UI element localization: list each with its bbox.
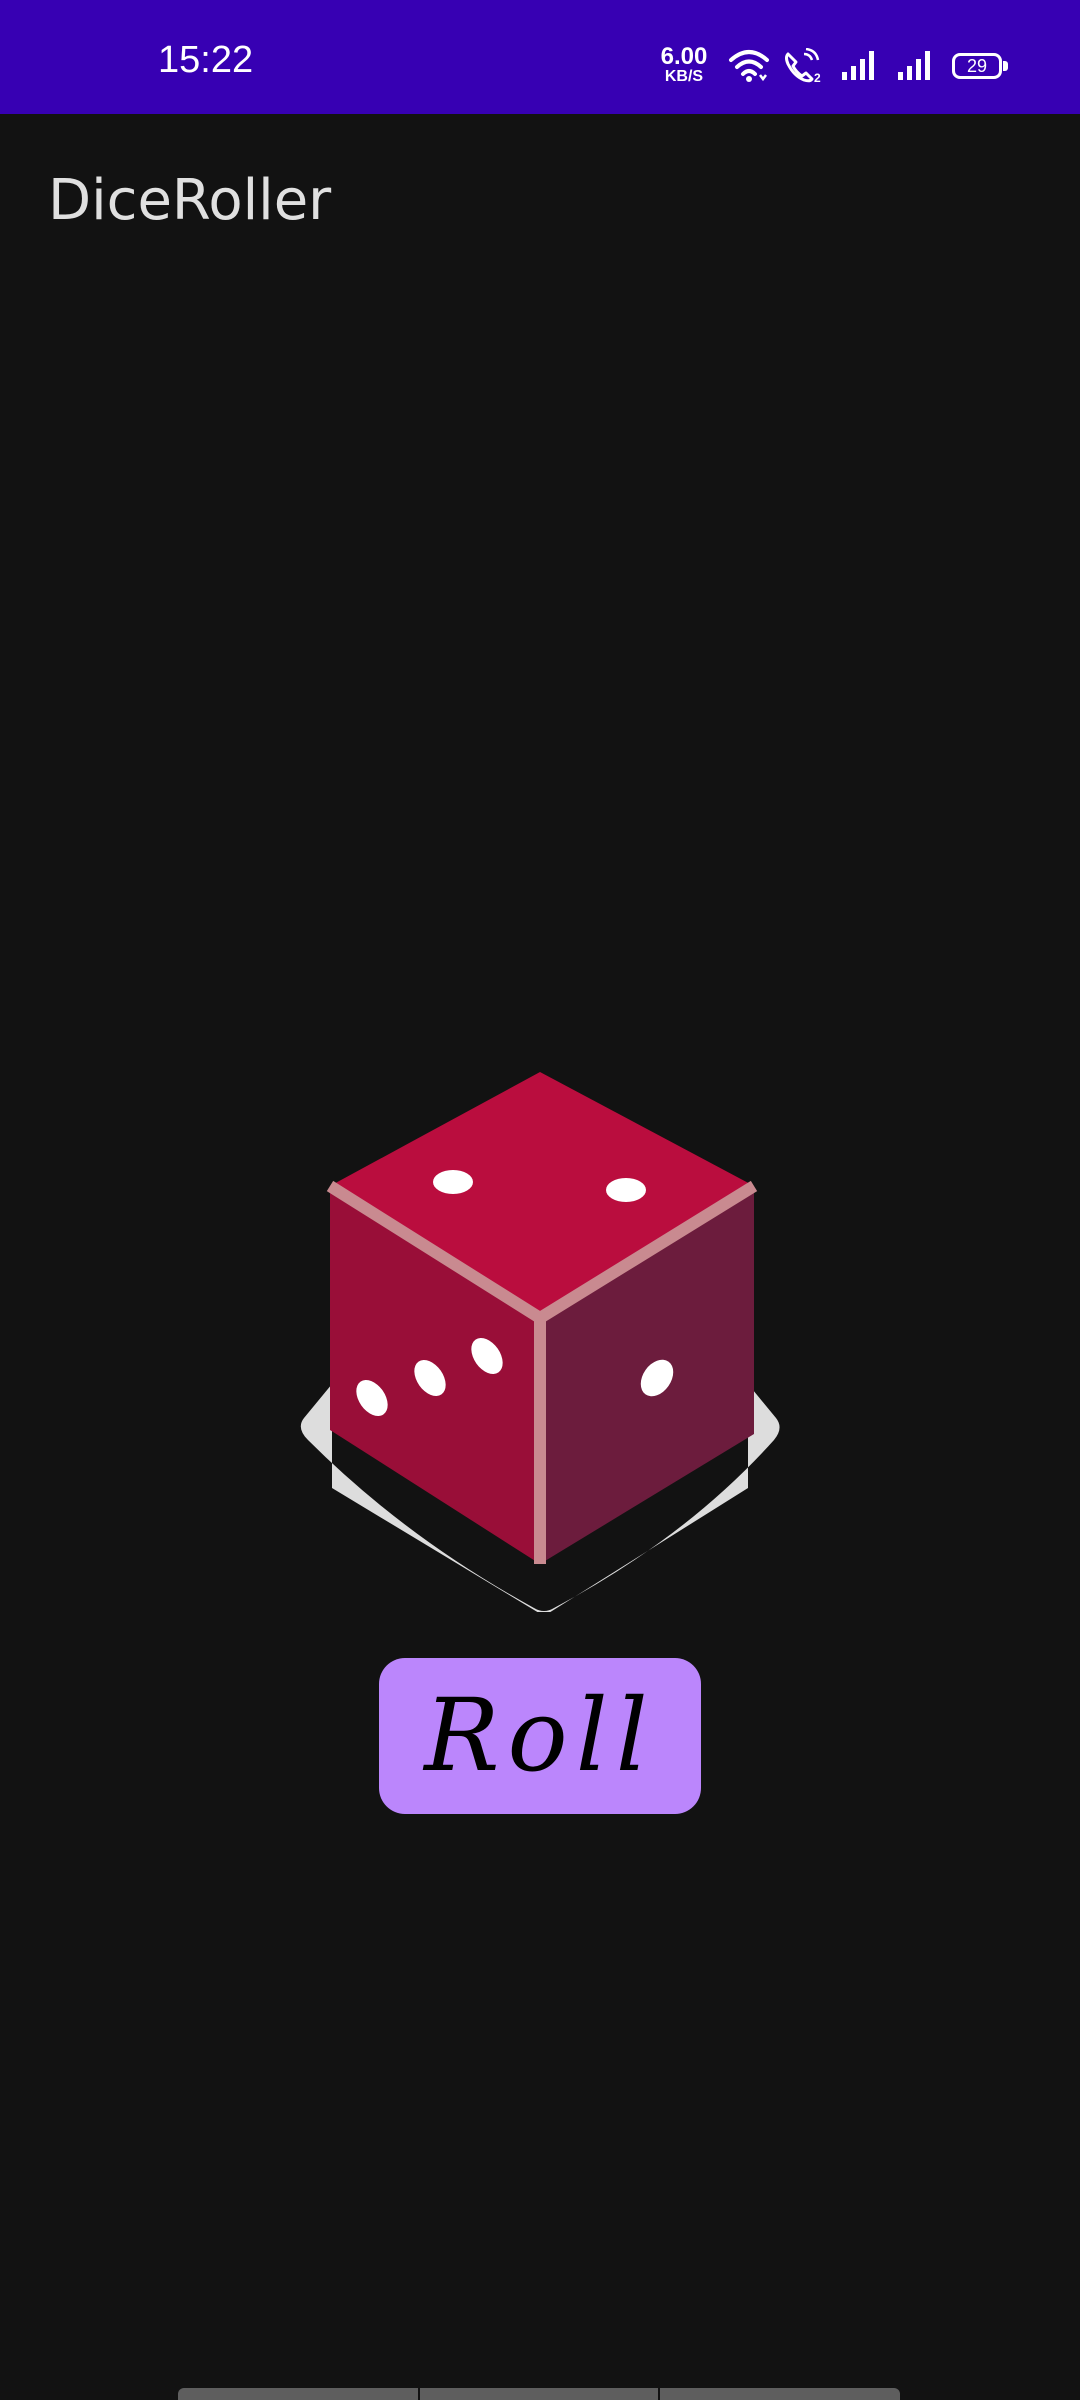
signal-sim1-icon <box>842 51 874 80</box>
battery-icon: 29 <box>952 53 1002 79</box>
network-speed-unit: KB/S <box>664 68 704 85</box>
nav-handle-center <box>420 2388 658 2400</box>
roll-button[interactable]: Roll <box>379 1658 701 1814</box>
wifi-icon <box>729 50 769 82</box>
volte-call-icon: 2 <box>785 48 821 84</box>
nav-handle-left <box>178 2388 418 2400</box>
app-title: DiceRoller <box>48 168 332 233</box>
status-bar: 15:22 6.00 KB/S 2 29 <box>0 0 1080 114</box>
dice-image <box>300 1072 780 1612</box>
svg-text:2: 2 <box>814 71 821 84</box>
battery-tip <box>1003 61 1008 71</box>
battery-level: 29 <box>966 56 988 76</box>
nav-handle-right <box>660 2388 900 2400</box>
network-speed-value: 6.00 <box>660 43 708 70</box>
dice-pip <box>606 1178 646 1202</box>
status-time: 15:22 <box>158 39 254 81</box>
signal-sim2-icon <box>898 51 930 80</box>
dice-pip <box>433 1170 473 1194</box>
network-speed: 6.00 KB/S <box>656 43 712 86</box>
